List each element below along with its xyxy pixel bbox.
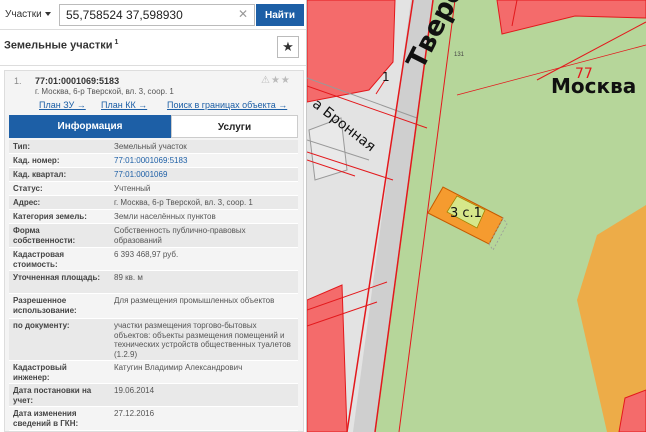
row-value: г. Москва, 6-р Тверской, вл. 3, соор. 1: [114, 198, 253, 207]
card-address: г. Москва, 6-р Тверской, вл. 3, соор. 1: [35, 87, 174, 96]
chevron-down-icon: [44, 12, 51, 17]
cad-quarter-link[interactable]: 77:01:0001069: [114, 170, 294, 180]
table-row: Кадастровый инженер: Катугин Владимир Але…: [9, 361, 298, 384]
district-label: 77: [575, 66, 593, 82]
row-label: Адрес:: [13, 198, 41, 207]
row-value: Для размещения промышленных объектов: [114, 296, 275, 305]
row-value: 19.06.2014: [114, 386, 155, 395]
search-type-dropdown[interactable]: Участки: [5, 6, 51, 24]
building-red: [307, 284, 348, 432]
city-label: Москва: [551, 74, 637, 98]
plan-kk-link[interactable]: План КК →: [101, 100, 147, 110]
card-index: 1.: [14, 76, 22, 86]
search-in-bounds-link[interactable]: Поиск в границах объекта →: [167, 100, 287, 110]
row-label: Дата изменения сведений в ГКН:: [13, 409, 79, 428]
row-label: по документу:: [13, 321, 70, 330]
card-cadastral-number[interactable]: 77:01:0001069:5183: [35, 76, 119, 86]
section-title-text: Земельные участки: [4, 39, 113, 52]
table-row: по документу: участки размещения торгово-…: [9, 319, 298, 361]
tab-information[interactable]: Информация: [9, 115, 171, 138]
row-label: Статус:: [13, 184, 43, 193]
search-button[interactable]: Найти: [256, 4, 304, 26]
table-row: Кад. квартал: 77:01:0001069: [9, 168, 298, 182]
row-value: Катугин Владимир Александрович: [114, 363, 243, 372]
row-label: Разрешенное использование:: [13, 296, 77, 315]
properties-table: Тип: Земельный участок Кад. номер: 77:01:0…: [9, 140, 298, 431]
search-type-label: Участки: [5, 9, 42, 20]
table-row: Дата постановки на учет: 19.06.2014: [9, 384, 298, 407]
map-canvas[interactable]: Тверской бульвар а Бронная Москва 77 3 с…: [307, 0, 646, 432]
section-title: Земельные участки 1: [4, 39, 118, 52]
building-number-label: 131: [454, 52, 465, 58]
table-row: Дата изменения сведений в ГКН: 27.12.2016: [9, 407, 298, 431]
parcel-card: 1. 77:01:0001069:5183 г. Москва, 6-р Тве…: [4, 70, 304, 432]
search-bar: Участки ✕ Найти: [0, 0, 306, 30]
favorites-star-button[interactable]: ★: [277, 36, 299, 58]
row-value: Земли населённых пунктов: [114, 212, 216, 221]
table-row: Разрешенное использование: Для размещения…: [9, 294, 298, 319]
card-tabs: Информация Услуги: [9, 115, 298, 138]
card-action-icons[interactable]: ⚠★★: [261, 75, 291, 86]
cad-number-link[interactable]: 77:01:0001069:5183: [114, 156, 294, 166]
table-row: Кадастровая стоимость: 6 393 468,97 руб.: [9, 248, 298, 271]
tab-services[interactable]: Услуги: [171, 115, 298, 138]
table-row: Категория земель: Земли населённых пункто…: [9, 210, 298, 224]
section-header: Земельные участки 1 ★: [0, 30, 306, 66]
marker-label: 1: [382, 70, 390, 84]
row-value: участки размещения торгово-бытовых объек…: [114, 321, 291, 359]
row-value: 89 кв. м: [114, 273, 143, 282]
table-row: Форма собственности: Собственность публич…: [9, 224, 298, 248]
row-value: 6 393 468,97 руб.: [114, 250, 179, 259]
row-label: Кадастровая стоимость:: [13, 250, 65, 269]
row-value: Собственность публично-правовых образова…: [114, 226, 246, 245]
table-row: Адрес: г. Москва, 6-р Тверской, вл. 3, со…: [9, 196, 298, 210]
row-label: Категория земель:: [13, 212, 87, 221]
row-label: Кад. квартал:: [13, 170, 67, 179]
section-count: 1: [114, 39, 119, 46]
row-label: Дата постановки на учет:: [13, 386, 92, 405]
row-value: 27.12.2016: [114, 409, 155, 418]
table-row: Уточненная площадь: 89 кв. м: [9, 271, 298, 294]
row-value: Учтенный: [114, 184, 151, 193]
sidebar-panel: Участки ✕ Найти Земельные участки1 ★ 1. …: [0, 0, 307, 432]
table-row: Кад. номер: 77:01:0001069:5183: [9, 154, 298, 168]
search-input[interactable]: [59, 4, 255, 26]
row-value: Земельный участок: [114, 142, 187, 151]
row-label: Тип:: [13, 142, 30, 151]
clear-icon[interactable]: ✕: [236, 7, 250, 21]
plan-zu-link[interactable]: План ЗУ →: [39, 100, 86, 110]
plot-label[interactable]: 3 с.1: [450, 206, 482, 221]
row-label: Кад. номер:: [13, 156, 60, 165]
row-label: Форма собственности:: [13, 226, 76, 245]
row-label: Кадастровый инженер:: [13, 363, 67, 382]
table-row: Статус: Учтенный: [9, 182, 298, 196]
table-row: Тип: Земельный участок: [9, 140, 298, 154]
row-label: Уточненная площадь:: [13, 273, 101, 282]
